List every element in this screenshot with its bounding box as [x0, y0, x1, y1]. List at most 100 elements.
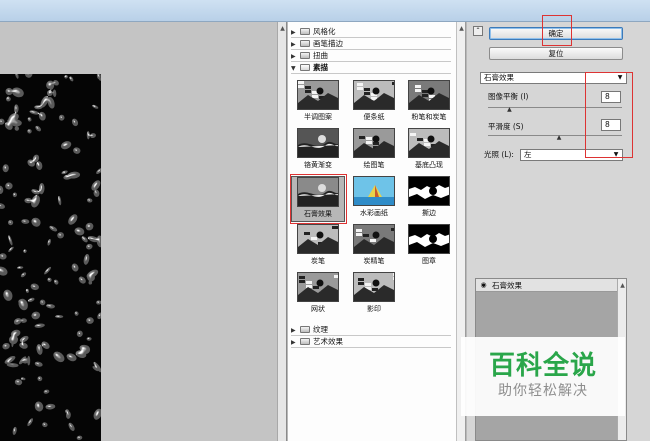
texture-blob	[86, 317, 94, 324]
texture-blob	[44, 266, 52, 275]
filter-thumbnail-label: 撕边	[422, 209, 436, 217]
category-bottom-1[interactable]: ▶ 艺术效果	[291, 336, 451, 347]
texture-blob	[17, 266, 24, 270]
filter-thumbnail[interactable]: 粉笔和炭笔	[402, 80, 456, 126]
image-balance-label: 图像平衡 (I)	[488, 92, 529, 101]
texture-blob	[47, 277, 52, 282]
eye-icon[interactable]: ◉	[479, 281, 488, 289]
category-label: 风格化	[313, 27, 336, 36]
filter-thumbnail[interactable]: 撕边	[402, 176, 456, 222]
texture-blob	[43, 389, 50, 394]
texture-blob	[68, 422, 75, 431]
texture-blob	[34, 401, 44, 412]
category-top-0[interactable]: ▶ 风格化	[291, 26, 451, 37]
filter-thumbnail-label: 便条纸	[363, 113, 385, 121]
collapse-icon[interactable]: ⌃	[473, 26, 483, 36]
folder-icon	[300, 338, 310, 345]
texture-blob	[3, 289, 13, 301]
texture-blob	[23, 249, 27, 253]
filter-thumbnail-label: 图章	[422, 257, 436, 265]
texture-blob	[8, 219, 14, 226]
filter-gallery: ▶ 风格化 ▶ 画笔描边 ▶ 扭曲 ▼ 素描 半调图案 便条纸 粉笔和炭笔 铬黄渐变 绘图笔 基底凸现 石膏…	[288, 22, 466, 441]
category-top-1[interactable]: ▶ 画笔描边	[291, 38, 451, 49]
texture-blob	[86, 337, 92, 341]
texture-blob	[36, 161, 43, 170]
filter-thumbnail-label: 铬黄渐变	[304, 161, 332, 169]
filter-thumbnail[interactable]: 便条纸	[347, 80, 401, 126]
category-top-3[interactable]: ▼ 素描	[291, 62, 451, 73]
texture-blob	[37, 376, 43, 382]
water-paper-thumb	[353, 176, 395, 206]
filter-thumbnail-label: 影印	[367, 305, 381, 313]
reset-button[interactable]: 复位	[489, 47, 623, 60]
texture-blob	[24, 74, 33, 78]
texture-blob	[74, 311, 79, 316]
texture-blob	[93, 408, 101, 420]
effect-layer-label: 石膏效果	[492, 281, 522, 290]
texture-blob	[20, 377, 26, 381]
texture-blob	[8, 246, 14, 253]
texture-blob	[27, 418, 34, 427]
texture-blob	[46, 303, 55, 309]
filter-thumbnail[interactable]: 铬黄渐变	[291, 128, 345, 174]
category-label: 扭曲	[313, 51, 328, 60]
filter-thumbnail-label: 粉笔和炭笔	[411, 113, 447, 121]
filter-thumbnail[interactable]: 网状	[291, 272, 345, 318]
stamp-thumb	[408, 224, 450, 254]
filter-thumbnail[interactable]: 绘图笔	[347, 128, 401, 174]
texture-blob	[34, 361, 43, 367]
category-top-2[interactable]: ▶ 扭曲	[291, 50, 451, 61]
texture-blob	[35, 125, 41, 132]
chrome-thumb	[297, 128, 339, 158]
params-highlight-box	[585, 72, 633, 158]
texture-blob	[12, 192, 18, 198]
texture-blob	[97, 312, 101, 320]
filter-thumbnail[interactable]: 图章	[402, 224, 456, 270]
texture-blob	[55, 315, 64, 319]
filter-thumbnail-label: 网状	[311, 305, 325, 313]
texture-blob	[53, 279, 59, 285]
category-bottom-0[interactable]: ▶ 纹理	[291, 324, 451, 335]
bas-relief-thumb	[408, 128, 450, 158]
note-paper-thumb	[353, 80, 395, 110]
texture-blob	[18, 298, 28, 311]
texture-blob	[19, 342, 28, 349]
preview-scrollbar[interactable]: ▲	[277, 22, 286, 441]
scroll-up-icon[interactable]: ▲	[278, 24, 287, 33]
preview-pane[interactable]: ▲	[0, 22, 287, 441]
texture-blob	[73, 147, 81, 154]
texture-blob	[61, 170, 68, 175]
texture-blob	[24, 197, 32, 204]
image-balance-slider-thumb[interactable]: ▲	[506, 107, 512, 113]
filter-thumbnail[interactable]: 炭精笔	[347, 224, 401, 270]
filter-thumbnail[interactable]: 炭笔	[291, 224, 345, 270]
texture-blob	[78, 276, 86, 284]
texture-blob	[60, 141, 72, 150]
filter-thumbnail-label: 炭笔	[311, 257, 325, 265]
texture-blob	[53, 351, 65, 363]
texture-blob	[20, 272, 27, 278]
selected-filter-highlight-box	[290, 174, 347, 224]
texture-blob	[13, 318, 22, 325]
ok-highlight-box	[542, 15, 572, 46]
texture-blob	[47, 239, 51, 246]
texture-blob	[28, 297, 35, 303]
filter-thumbnail[interactable]: 水彩画纸	[347, 176, 401, 222]
filter-thumbnail-label: 水彩画纸	[360, 209, 388, 217]
effect-layer-row[interactable]: ◉ 石膏效果	[476, 279, 626, 292]
filter-thumbnail[interactable]: 影印	[347, 272, 401, 318]
filter-thumbnail[interactable]: 基底凸现	[402, 128, 456, 174]
reticulation-thumb	[297, 272, 339, 302]
texture-blob	[86, 243, 93, 250]
scroll-up-icon[interactable]: ▲	[618, 281, 627, 290]
texture-blob	[45, 403, 56, 410]
filter-thumbnail-label: 炭精笔	[363, 257, 385, 265]
filter-thumbnail[interactable]: 半调图案	[291, 80, 345, 126]
smoothness-slider-thumb[interactable]: ▲	[556, 135, 562, 141]
texture-blob	[71, 263, 79, 272]
texture-blob	[2, 343, 10, 350]
charcoal-thumb	[297, 224, 339, 254]
texture-blob	[86, 131, 90, 140]
texture-blob	[71, 118, 79, 127]
scroll-up-icon[interactable]: ▲	[457, 24, 466, 33]
